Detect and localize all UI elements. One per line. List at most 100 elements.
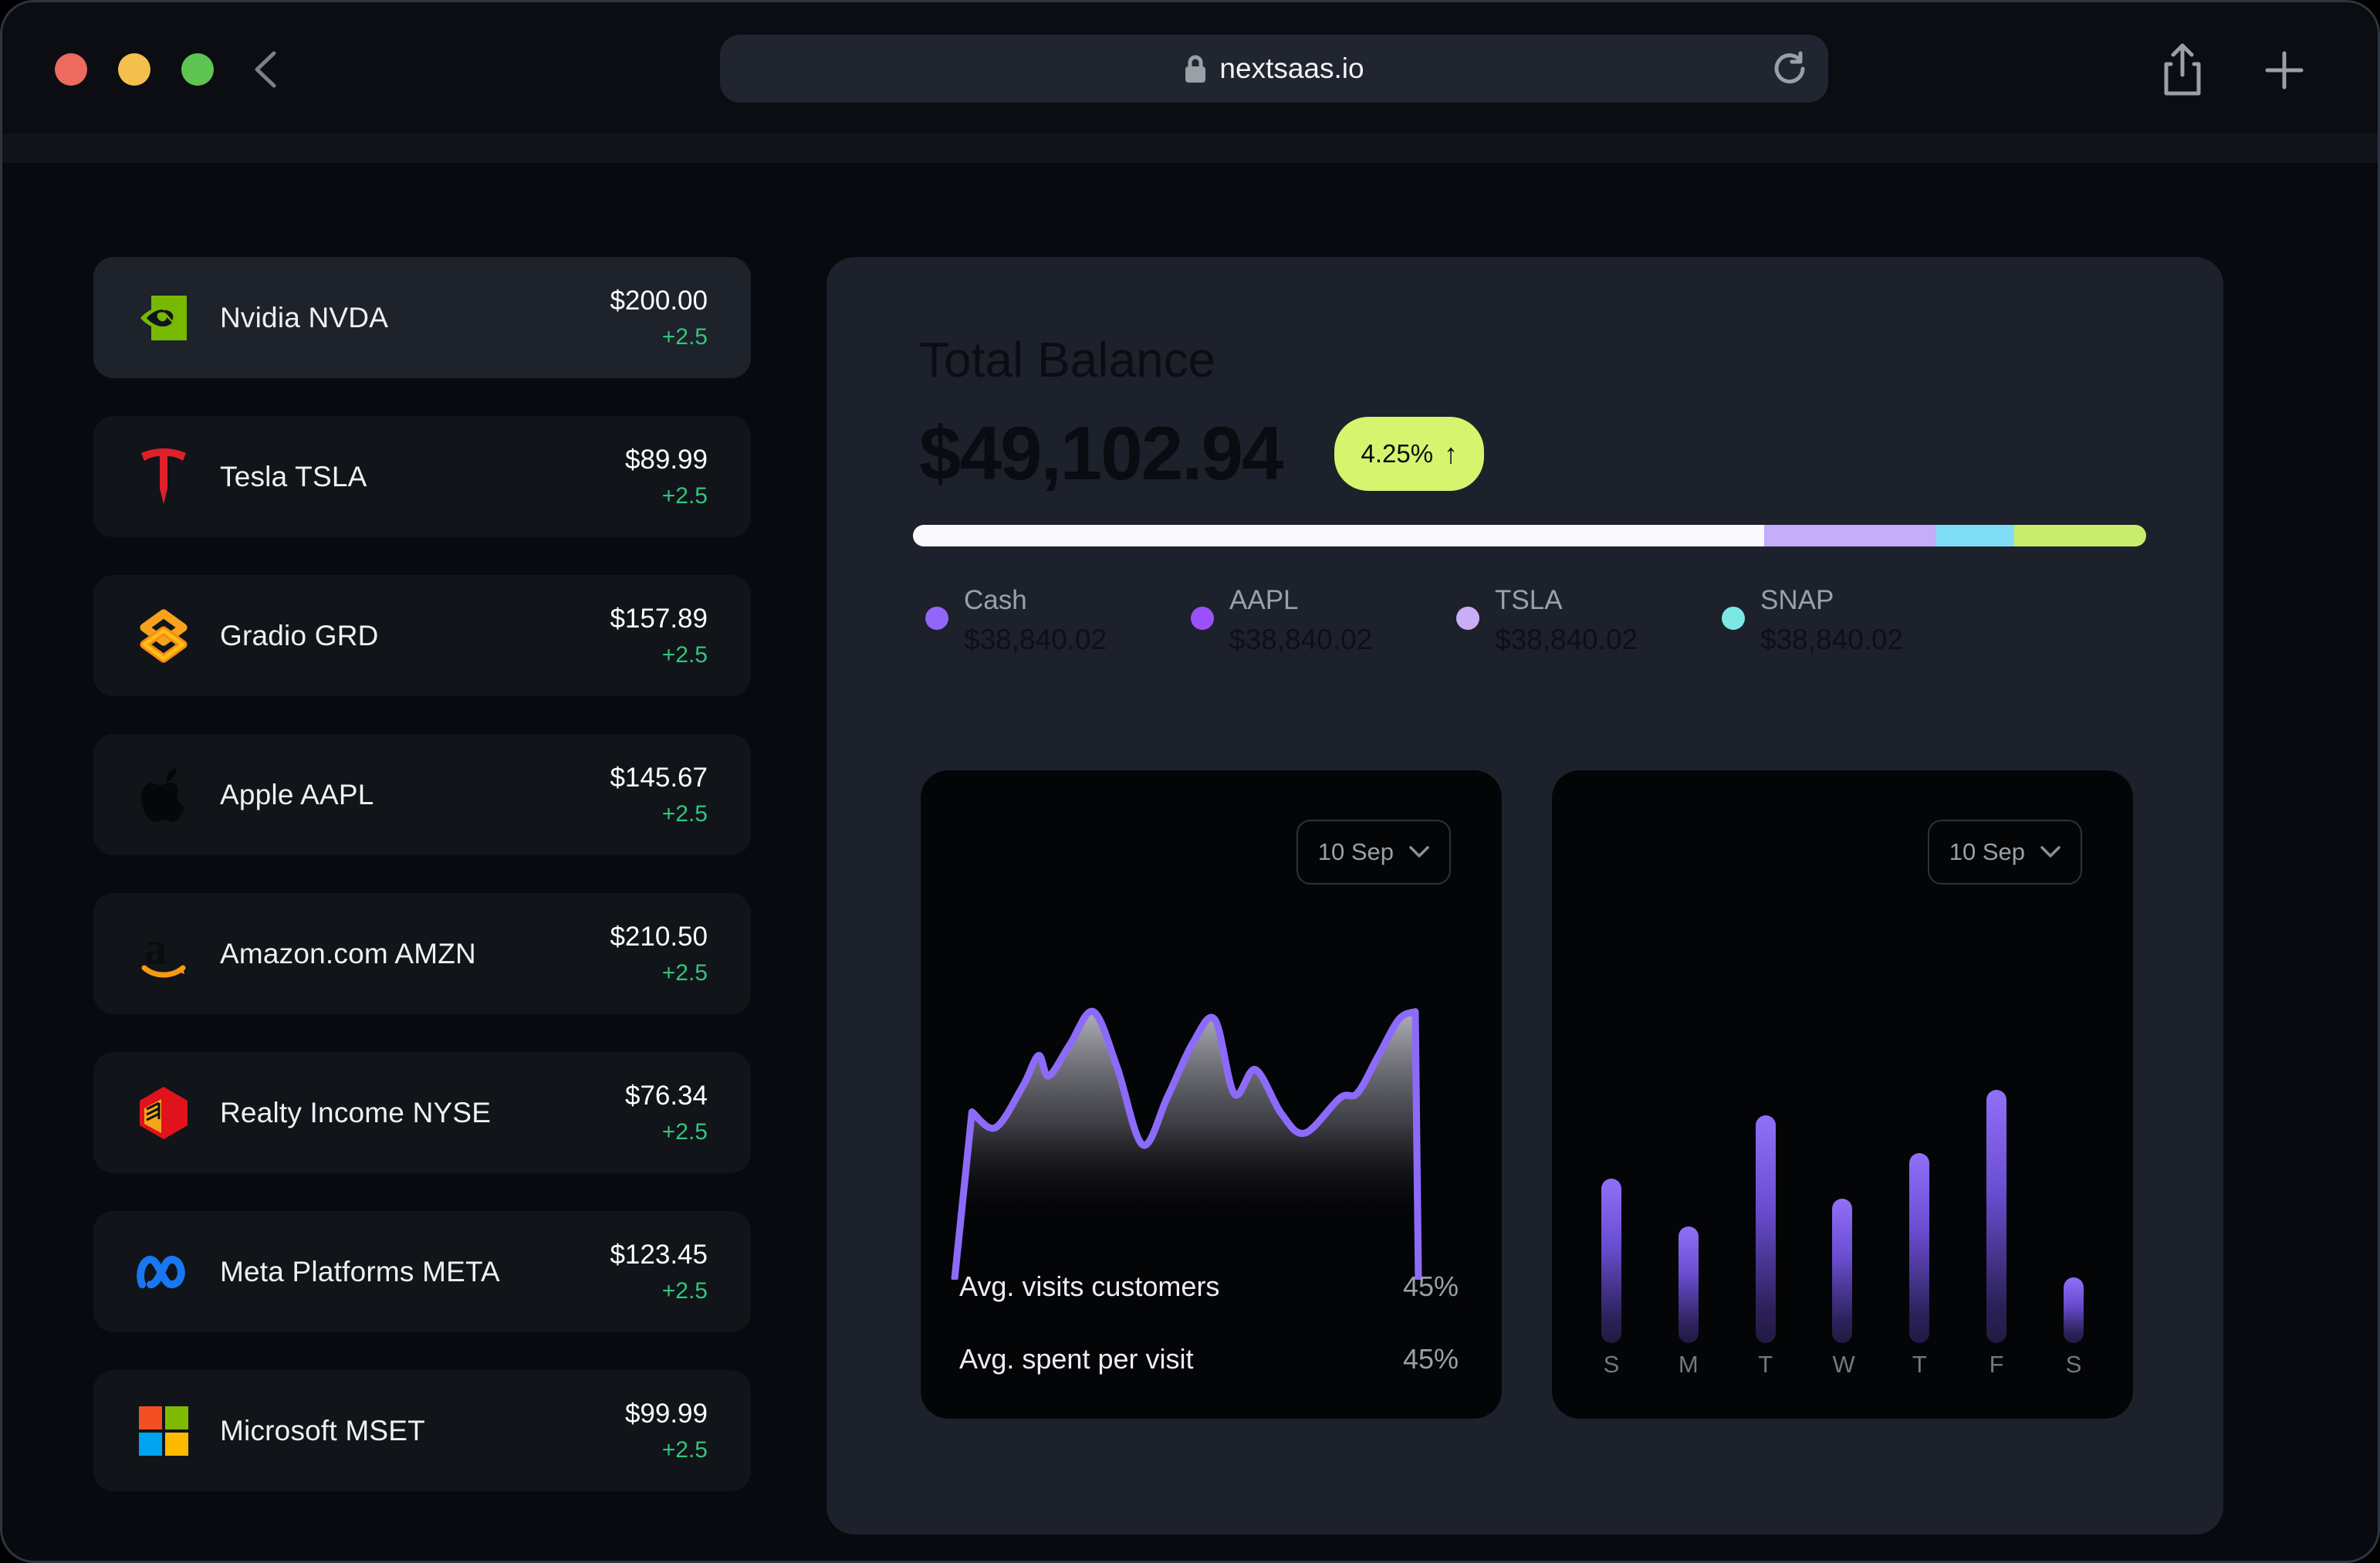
realty-income-logo-icon — [137, 1086, 191, 1140]
stock-price: $89.99 — [625, 445, 708, 475]
stock-change: +2.5 — [610, 801, 708, 827]
day-label: T — [1909, 1351, 1929, 1379]
share-icon — [2166, 46, 2199, 93]
stock-list: Nvidia NVDA $200.00 +2.5 Tesla TSLA $89.99 +2… — [93, 257, 751, 1529]
weekly-period-value: 10 Sep — [1949, 838, 2025, 866]
day-label: S — [1601, 1351, 1621, 1379]
stock-name: Tesla TSLA — [220, 461, 367, 493]
allocation-segment — [913, 525, 1764, 546]
allocation-segment — [2014, 525, 2146, 546]
bar — [1679, 1226, 1699, 1343]
stock-name: Gradio GRD — [220, 620, 379, 652]
stock-row[interactable]: Meta Platforms META$123.45+2.5 — [93, 1211, 751, 1332]
weekly-day-labels: SMTWTFS — [1601, 1351, 2084, 1379]
stat-value-spent: 45% — [1403, 1343, 1459, 1375]
lock-icon — [1184, 53, 1207, 84]
stock-price: $99.99 — [625, 1399, 708, 1429]
day-label: F — [1986, 1351, 2006, 1379]
address-bar[interactable]: nextsaas.io — [720, 35, 1828, 103]
legend-item: Cash $38,840.02 — [925, 585, 1191, 656]
legend-value: $38,840.02 — [1495, 624, 1638, 656]
stock-row[interactable]: Microsoft MSET $99.99 +2.5 — [93, 1370, 751, 1491]
close-window-icon[interactable] — [55, 53, 87, 86]
apple-logo-icon — [137, 768, 191, 822]
new-tab-button[interactable] — [2262, 42, 2307, 98]
chevron-left-icon — [257, 53, 274, 86]
url-text: nextsaas.io — [1219, 52, 1364, 85]
allocation-segment — [1936, 525, 2014, 546]
stock-change: +2.5 — [625, 1119, 708, 1145]
reload-button[interactable] — [1771, 50, 1808, 87]
weekly-chart-card: 10 Sep SMTWTFS — [1552, 770, 2133, 1419]
stock-change: +2.5 — [625, 483, 708, 509]
weekly-bar-chart — [1601, 1088, 2084, 1343]
stock-name: Realty Income NYSE — [220, 1097, 491, 1129]
amazon-logo-icon: a — [137, 927, 191, 981]
legend-dot-icon — [925, 607, 948, 630]
stock-price: $157.89 — [610, 604, 708, 634]
allocation-legend: Cash $38,840.02 AAPL $38,840.02 TSLA $38,840.… — [925, 585, 1987, 656]
balance-change-badge: 4.25% ↑ — [1334, 417, 1484, 491]
stock-change: +2.5 — [610, 960, 708, 986]
legend-label: AAPL — [1229, 585, 1372, 616]
minimize-window-icon[interactable] — [118, 53, 150, 86]
day-label: M — [1679, 1351, 1699, 1379]
bar — [1986, 1090, 2006, 1343]
stock-name: Microsoft MSET — [220, 1415, 425, 1447]
stock-row[interactable]: Tesla TSLA $89.99 +2.5 — [93, 416, 751, 537]
stock-price: $200.00 — [610, 286, 708, 316]
legend-value: $38,840.02 — [1229, 624, 1372, 656]
zoom-window-icon[interactable] — [181, 53, 214, 86]
total-balance-title: Total Balance — [919, 331, 1215, 388]
gradio-logo-icon — [137, 609, 191, 663]
back-button[interactable] — [248, 49, 285, 90]
stock-price: $123.45 — [610, 1240, 708, 1270]
bar — [2064, 1277, 2084, 1343]
stock-change: +2.5 — [625, 1437, 708, 1463]
stock-price: $210.50 — [610, 922, 708, 952]
legend-label: SNAP — [1760, 585, 1903, 616]
weekly-period-dropdown[interactable]: 10 Sep — [1928, 820, 2082, 885]
day-label: S — [2064, 1351, 2084, 1379]
stock-row[interactable]: Apple AAPL $145.67 +2.5 — [93, 734, 751, 855]
stock-row[interactable]: Gradio GRD$157.89+2.5 — [93, 575, 751, 696]
stock-change: +2.5 — [610, 324, 708, 350]
stock-price: $76.34 — [625, 1081, 708, 1111]
nvidia-logo-icon — [137, 291, 191, 345]
share-button[interactable] — [2160, 42, 2205, 98]
stock-row[interactable]: aAmazon.com AMZN$210.50+2.5 — [93, 893, 751, 1014]
bar — [1756, 1115, 1776, 1343]
legend-value: $38,840.02 — [1760, 624, 1903, 656]
stock-price: $145.67 — [610, 763, 708, 793]
stock-name: Meta Platforms META — [220, 1256, 500, 1288]
visits-period-dropdown[interactable]: 10 Sep — [1296, 820, 1451, 885]
day-label: T — [1756, 1351, 1776, 1379]
total-balance-amount: $49,102.94 — [919, 410, 1282, 497]
stock-row[interactable]: Nvidia NVDA $200.00 +2.5 — [93, 257, 751, 378]
visits-period-value: 10 Sep — [1318, 838, 1394, 866]
browser-toolbar: nextsaas.io — [2, 2, 2378, 134]
browser-window: nextsaas.io Nvidia NVD — [0, 0, 2380, 1563]
stock-row[interactable]: Realty Income NYSE $76.34 +2.5 — [93, 1052, 751, 1173]
tab-strip — [2, 134, 2378, 163]
legend-item: TSLA $38,840.02 — [1456, 585, 1722, 656]
bar — [1601, 1179, 1621, 1343]
stock-name: Apple AAPL — [220, 779, 374, 811]
stock-name: Nvidia NVDA — [220, 302, 388, 334]
svg-text:a: a — [144, 926, 167, 973]
meta-logo-icon — [137, 1245, 191, 1299]
arrow-up-icon: ↑ — [1444, 438, 1458, 470]
bar — [1832, 1199, 1852, 1343]
legend-item: AAPL $38,840.02 — [1191, 585, 1456, 656]
legend-dot-icon — [1456, 607, 1479, 630]
visits-area-chart — [948, 986, 1473, 1280]
microsoft-logo-icon — [137, 1404, 191, 1458]
legend-value: $38,840.02 — [964, 624, 1107, 656]
legend-label: TSLA — [1495, 585, 1638, 616]
stat-label-spent: Avg. spent per visit — [959, 1343, 1194, 1375]
stat-value-visits: 45% — [1403, 1270, 1459, 1303]
stat-label-visits: Avg. visits customers — [959, 1270, 1219, 1303]
tesla-logo-icon — [137, 450, 191, 504]
legend-label: Cash — [964, 585, 1107, 616]
chevron-down-icon — [2040, 846, 2061, 858]
